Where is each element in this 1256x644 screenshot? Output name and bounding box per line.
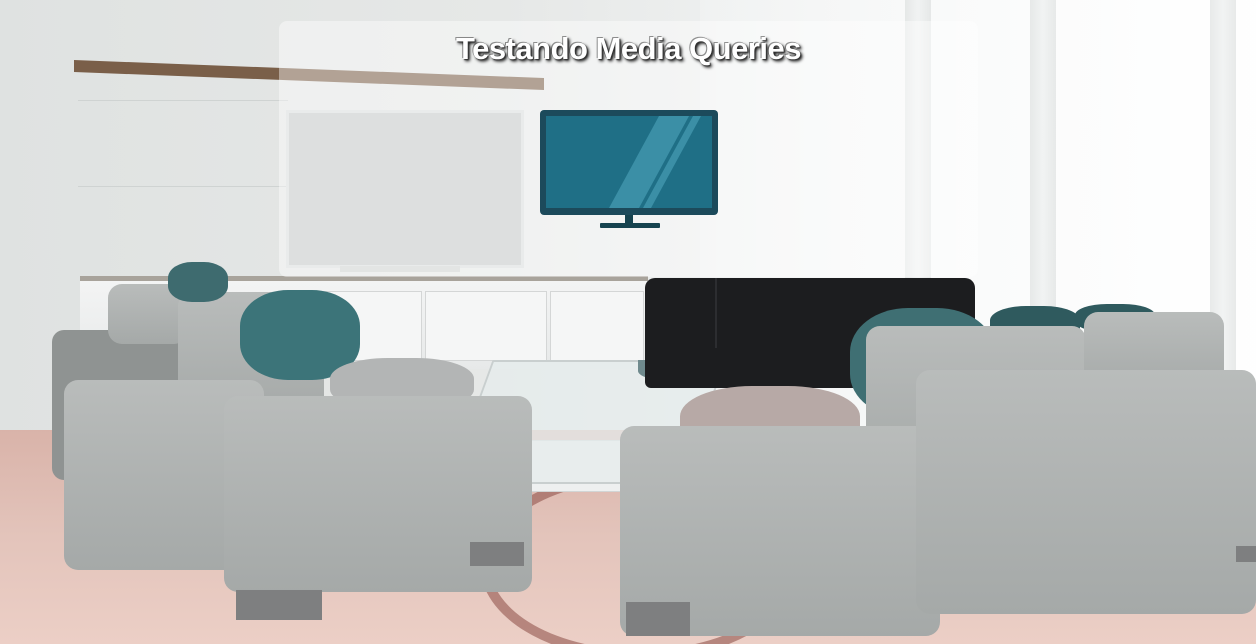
right-sofa-arm (916, 370, 1256, 614)
wall-panel-line (78, 186, 288, 187)
cabinet-door (550, 291, 644, 361)
tv-icon-stand-neck (625, 215, 633, 224)
wall-panel-line (78, 100, 288, 101)
tv-icon-stand-base (600, 223, 660, 228)
page-title: Testando Media Queries (455, 31, 802, 66)
left-sofa-pillow (168, 262, 228, 302)
cabinet-door (425, 291, 547, 361)
sofa-leg (470, 542, 524, 566)
sofa-leg (626, 602, 690, 636)
sofa-leg (236, 590, 322, 620)
television-icon (540, 110, 718, 228)
sofa-leg (1236, 546, 1256, 562)
